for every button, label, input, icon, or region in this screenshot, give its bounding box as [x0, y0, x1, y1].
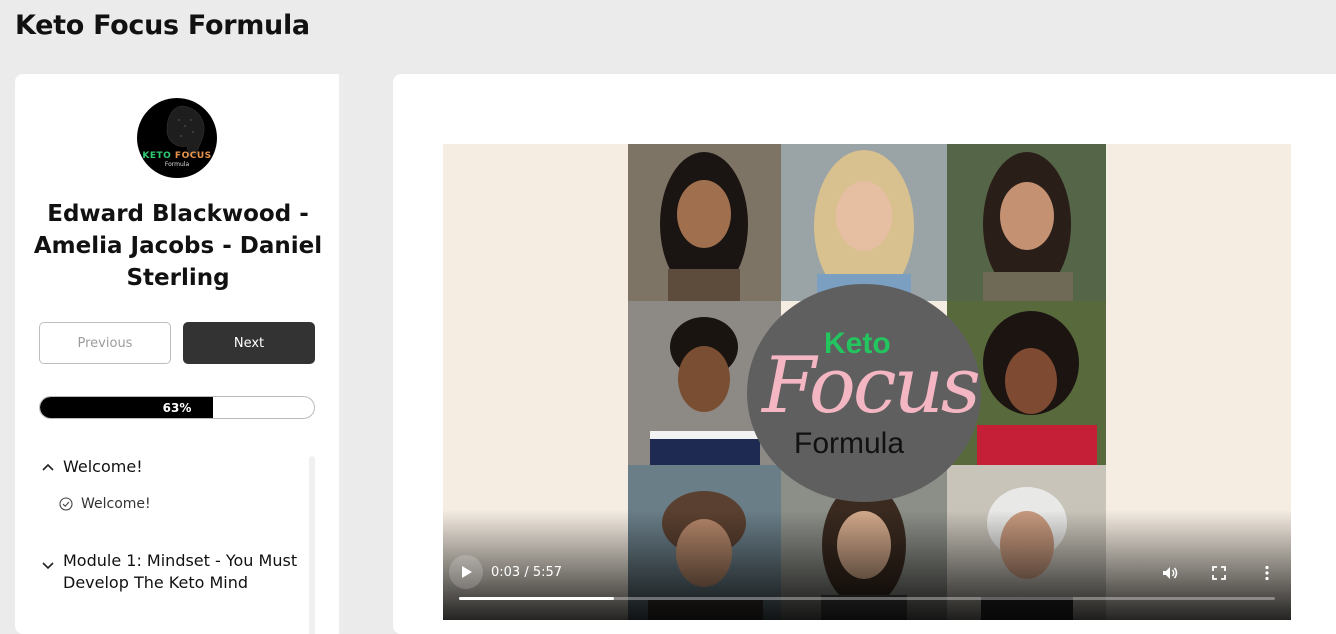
- logo-focus-text: FOCUS: [174, 151, 212, 161]
- play-icon: [462, 566, 472, 578]
- lesson-label: Welcome!: [81, 496, 151, 512]
- previous-button[interactable]: Previous: [39, 322, 171, 364]
- video-time: 0:03 / 5:57: [491, 565, 563, 580]
- keto-focus-logo: Keto Focus Formula: [746, 283, 982, 503]
- seek-bar-played: [459, 597, 615, 600]
- course-sidebar: KETO FOCUS Formula Edward Blackwood - Am…: [15, 74, 345, 634]
- check-circle-icon: [59, 497, 73, 511]
- section-label: Welcome!: [63, 457, 143, 476]
- course-progress-bar: 63%: [39, 396, 315, 419]
- seek-bar[interactable]: [459, 597, 1275, 600]
- next-button[interactable]: Next: [183, 322, 315, 364]
- logo-formula-word: Formula: [794, 427, 905, 460]
- logo-focus-word: Focus: [762, 341, 981, 431]
- logo-keto-text: KETO: [142, 151, 172, 161]
- video-player[interactable]: Keto Focus Formula 0:03 / 5:57: [443, 144, 1291, 620]
- volume-icon[interactable]: [1161, 564, 1179, 582]
- course-title: Edward Blackwood - Amelia Jacobs - Danie…: [33, 201, 323, 291]
- page-title: Keto Focus Formula: [15, 10, 310, 41]
- chevron-up-icon: [42, 463, 54, 471]
- portrait-image: [628, 144, 781, 301]
- more-options-icon[interactable]: [1258, 564, 1276, 582]
- portrait-image: [781, 144, 947, 301]
- course-logo: KETO FOCUS Formula: [137, 98, 217, 178]
- portrait-image: [947, 144, 1106, 301]
- logo-formula-text: Formula: [164, 161, 190, 168]
- progress-label: 63%: [162, 400, 192, 415]
- play-button[interactable]: [449, 555, 483, 589]
- chevron-down-icon: [42, 562, 54, 570]
- section-label: Module 1: Mindset - You Must Develop The…: [63, 551, 298, 592]
- fullscreen-icon[interactable]: [1210, 564, 1228, 582]
- sidebar-scrollbar[interactable]: [339, 74, 345, 634]
- outline-scrollbar[interactable]: [309, 456, 315, 634]
